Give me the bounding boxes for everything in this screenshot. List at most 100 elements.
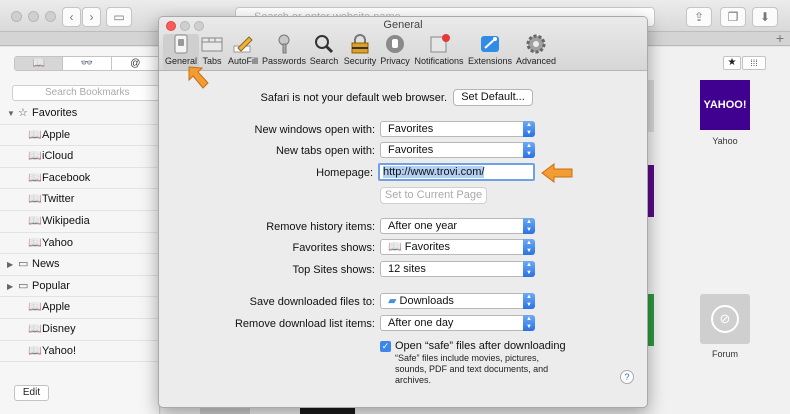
new-tabs-label: New tabs open with: [275,145,375,157]
set-current-page-button[interactable]: Set to Current Page [380,187,487,204]
sidebar-item-label: Twitter [42,193,75,206]
new-tabs-select[interactable]: Favorites ▲ ▼ [380,142,535,158]
set-default-button[interactable]: Set Default... [453,89,533,106]
search-bookmarks-input[interactable]: Search Bookmarks [12,85,162,101]
tab-security[interactable]: Security [342,34,378,70]
sidebar-item[interactable]: 📖 Apple [0,125,160,147]
sidebar-item[interactable]: 📖 Yahoo! [0,341,160,363]
close-window-button[interactable] [11,11,22,22]
favorite-tile-label: Forum [711,349,738,359]
help-button[interactable]: ? [620,370,634,384]
sidebar-item[interactable]: ▶ ▭ Popular [0,276,160,298]
minimize-window-button[interactable] [28,11,39,22]
chevron-updown-icon: ▲ ▼ [523,261,535,277]
new-tabs-value: Favorites [388,144,434,156]
sidebar-item[interactable]: 📖 Yahoo [0,233,160,255]
download-icon: ⬇ [759,10,771,24]
reading-list-tab[interactable]: 👓 [63,57,112,70]
tab-extensions[interactable]: Extensions [468,34,512,70]
tab-notifications[interactable]: Notifications [414,34,464,70]
downloads-button[interactable]: ⬇ [752,7,778,27]
tabs-overview-button[interactable]: ❐ [720,7,746,27]
favorites-shows-value: Favorites [404,241,451,253]
favorite-tile-yahoo[interactable]: YAHOO! [700,80,750,130]
book-icon: 📖 [28,344,42,357]
tab-label: Extensions [468,56,513,66]
grid-view-button[interactable]: ⁞⁞⁞ [742,56,766,70]
sidebar-item-label: Apple [42,301,71,314]
new-tab-button[interactable]: + [776,30,784,46]
remove-download-label: Remove download list items: [234,318,375,330]
remove-history-select[interactable]: After one year ▲ ▼ [380,218,535,234]
book-icon: 📖 [28,214,42,227]
gear-icon [525,34,547,54]
favorites-view-button[interactable]: ★ [723,56,741,70]
disclosure-down-icon[interactable]: ▼ [7,103,15,124]
tab-label: Privacy [380,56,410,66]
tab-privacy[interactable]: Privacy [380,34,410,70]
favorites-shows-select[interactable]: 📖 Favorites ▲ ▼ [380,239,535,255]
bookmarks-tab[interactable]: 📖 [15,57,64,70]
tab-label: Security [343,56,377,66]
safe-files-note-line: sounds, PDF and text documents, and [395,364,549,374]
share-button[interactable]: ⇪ [686,7,712,27]
sidebar-item-label: News [32,258,60,271]
preferences-window: General General Tabs AutoFill Passwords … [158,16,648,408]
book-icon: 📖 [388,241,405,253]
chevron-updown-icon: ▲ ▼ [523,142,535,158]
top-sites-select[interactable]: 12 sites ▲ ▼ [380,261,535,277]
open-safe-files-label[interactable]: Open “safe” files after downloading [395,340,566,352]
remove-history-label: Remove history items: [266,221,375,233]
tab-label: Notifications [414,56,464,66]
lock-icon [349,34,371,54]
favorite-tile-partial [648,165,654,217]
favorite-tile-forum[interactable]: ⊘ [700,294,750,344]
sidebar-item-label: Facebook [42,171,91,184]
forward-button[interactable]: › [82,7,101,27]
homepage-field[interactable]: http://www.trovi.com/ [378,163,535,181]
tabs-icon [201,34,223,54]
new-windows-select[interactable]: Favorites ▲ ▼ [380,121,535,137]
sidebar-item[interactable]: ▶ ▭ News [0,254,160,276]
zoom-window-button[interactable] [45,11,56,22]
sidebar-item[interactable]: 📖 Disney [0,319,160,341]
sidebar-item[interactable]: 📖 Apple [0,297,160,319]
sidebar-item[interactable]: ▼ ☆ Favorites [0,103,160,125]
checkmark-icon: ✓ [381,341,390,351]
sidebar-icon: ▭ [113,10,125,24]
sidebar-item[interactable]: 📖 Facebook [0,168,160,190]
tab-advanced[interactable]: Advanced [515,34,557,70]
save-downloads-select[interactable]: ▰ Downloads ▲ ▼ [380,293,535,309]
remove-download-select[interactable]: After one day ▲ ▼ [380,315,535,331]
disclosure-right-icon[interactable]: ▶ [7,276,13,297]
save-downloads-label: Save downloaded files to: [249,296,375,308]
safe-files-note-line: archives. [395,375,432,385]
tabs-overview-icon: ❐ [727,10,739,24]
favorite-tile-partial [200,408,250,414]
edit-button[interactable]: Edit [14,385,49,401]
open-safe-files-checkbox[interactable]: ✓ [380,341,391,352]
share-icon: ⇪ [693,10,705,24]
sidebar-item[interactable]: 📖 Wikipedia [0,211,160,233]
book-icon: 📖 [28,301,42,314]
book-icon: 📖 [28,128,42,141]
sidebar-item-label: Disney [42,322,76,335]
key-icon [273,34,295,54]
tab-label: AutoFill [227,56,258,66]
sidebar-toggle-button[interactable]: ▭ [106,7,132,27]
back-button[interactable]: ‹ [62,7,81,27]
sidebar-item[interactable]: 📖 iCloud [0,146,160,168]
favorite-tile-partial [648,80,654,132]
disclosure-right-icon[interactable]: ▶ [7,254,13,275]
chevron-updown-icon: ▲ ▼ [523,121,535,137]
sidebar-item[interactable]: 📖 Twitter [0,189,160,211]
star-icon: ★ [727,57,737,68]
homepage-label: Homepage: [316,167,373,179]
tab-autofill[interactable]: AutoFill [227,34,259,70]
shared-links-tab[interactable]: @ [112,57,159,70]
tab-passwords[interactable]: Passwords [262,34,306,70]
folder-icon: ▰ [388,295,400,307]
book-icon: 📖 [28,171,42,184]
tab-search[interactable]: Search [309,34,339,70]
book-icon: 📖 [28,150,42,163]
